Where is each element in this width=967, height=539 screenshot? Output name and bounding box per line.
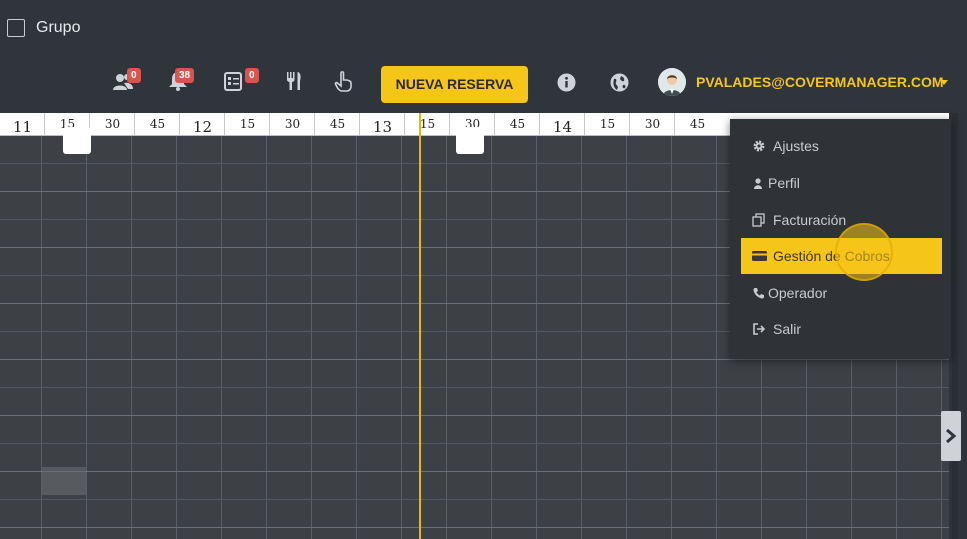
user-icon	[754, 178, 762, 189]
grid-row-line	[0, 471, 949, 472]
current-time-line	[419, 113, 421, 539]
credit-card-icon	[752, 251, 767, 261]
nueva-reserva-button[interactable]: NUEVA RESERVA	[381, 66, 528, 103]
grid-column-line	[446, 136, 447, 539]
menu-item-label: Gestión de Cobros	[773, 248, 890, 264]
tick-separator	[494, 113, 495, 135]
reservations-badge: 0	[245, 68, 259, 83]
timeline-marker[interactable]	[456, 127, 484, 154]
top-bar: Grupo 0 38 0 NUEVA RESERVA PVALADES@COVE…	[0, 0, 967, 113]
grid-row-line	[0, 527, 949, 528]
invoice-icon	[752, 213, 765, 227]
notifications-button[interactable]: 38	[167, 68, 195, 96]
menu-item-label: Operador	[768, 285, 828, 301]
grid-column-line	[266, 136, 267, 539]
grupo-label: Grupo	[36, 19, 81, 36]
timeline-marker[interactable]	[63, 127, 91, 154]
phone-icon	[753, 288, 764, 299]
grid-column-line	[671, 136, 672, 539]
menu-item-perfil[interactable]: Perfil	[741, 165, 942, 201]
grupo-checkbox[interactable]	[7, 19, 25, 37]
tick-separator	[224, 113, 225, 135]
tick-separator	[404, 113, 405, 135]
tick-separator	[359, 113, 360, 135]
user-avatar-icon	[658, 68, 686, 96]
menu-item-label: Perfil	[768, 175, 800, 191]
grid-column-line	[536, 136, 537, 539]
hand-pointer-icon	[334, 71, 352, 92]
info-icon[interactable]	[557, 73, 576, 92]
utensils-icon	[287, 72, 301, 90]
menu-item-label: Facturación	[773, 212, 847, 228]
grid-row-line	[0, 359, 949, 360]
menu-item-gestion-de-cobros[interactable]: Gestión de Cobros	[741, 238, 942, 274]
restaurant-button[interactable]	[284, 70, 312, 96]
tick-separator	[539, 113, 540, 135]
tick-separator	[314, 113, 315, 135]
menu-item-label: Salir	[773, 321, 802, 337]
walk-in-button[interactable]	[333, 70, 361, 96]
grid-row-line	[0, 499, 949, 500]
grid-column-line	[401, 136, 402, 539]
grid-column-line	[131, 136, 132, 539]
menu-item-operador[interactable]: Operador	[741, 275, 942, 311]
tick-separator	[179, 113, 180, 135]
reservations-list-button[interactable]: 0	[223, 68, 259, 96]
side-panel-toggle[interactable]	[941, 411, 961, 461]
grid-column-line	[716, 136, 717, 539]
user-email[interactable]: PVALADES@COVERMANAGER.COM	[696, 74, 944, 90]
tick-separator	[629, 113, 630, 135]
clients-button[interactable]: 0	[112, 68, 141, 96]
chevron-right-icon	[946, 428, 957, 444]
clients-badge: 0	[127, 68, 141, 83]
menu-item-facturacion[interactable]: Facturación	[741, 202, 942, 238]
grid-column-line	[176, 136, 177, 539]
grid-column-line	[86, 136, 87, 539]
menu-item-label: Ajustes	[773, 138, 819, 154]
grid-column-line	[356, 136, 357, 539]
tick-separator	[269, 113, 270, 135]
menu-item-salir[interactable]: Salir	[741, 311, 942, 347]
notifications-badge: 38	[175, 68, 195, 83]
tick-separator	[134, 113, 135, 135]
grid-row-line	[0, 387, 949, 388]
gear-icon	[753, 140, 765, 152]
tick-separator	[584, 113, 585, 135]
grid-column-line	[221, 136, 222, 539]
tick-separator	[674, 113, 675, 135]
grid-column-line	[311, 136, 312, 539]
user-menu-caret[interactable]	[940, 80, 948, 85]
avatar[interactable]	[658, 68, 686, 96]
grid-column-line	[626, 136, 627, 539]
list-icon	[224, 72, 242, 91]
grid-row-line	[0, 443, 949, 444]
tick-separator	[44, 113, 45, 135]
grid-column-line	[581, 136, 582, 539]
grid-row-line	[0, 415, 949, 416]
grid-column-line	[491, 136, 492, 539]
tick-separator	[449, 113, 450, 135]
logout-icon	[753, 323, 766, 335]
vertical-scrollbar[interactable]	[952, 113, 958, 539]
menu-item-ajustes[interactable]: Ajustes	[741, 128, 942, 164]
grid-column-line	[41, 136, 42, 539]
globe-icon[interactable]	[610, 73, 629, 92]
user-dropdown-menu: Ajustes Perfil Facturación Gestión de Co…	[730, 119, 951, 359]
